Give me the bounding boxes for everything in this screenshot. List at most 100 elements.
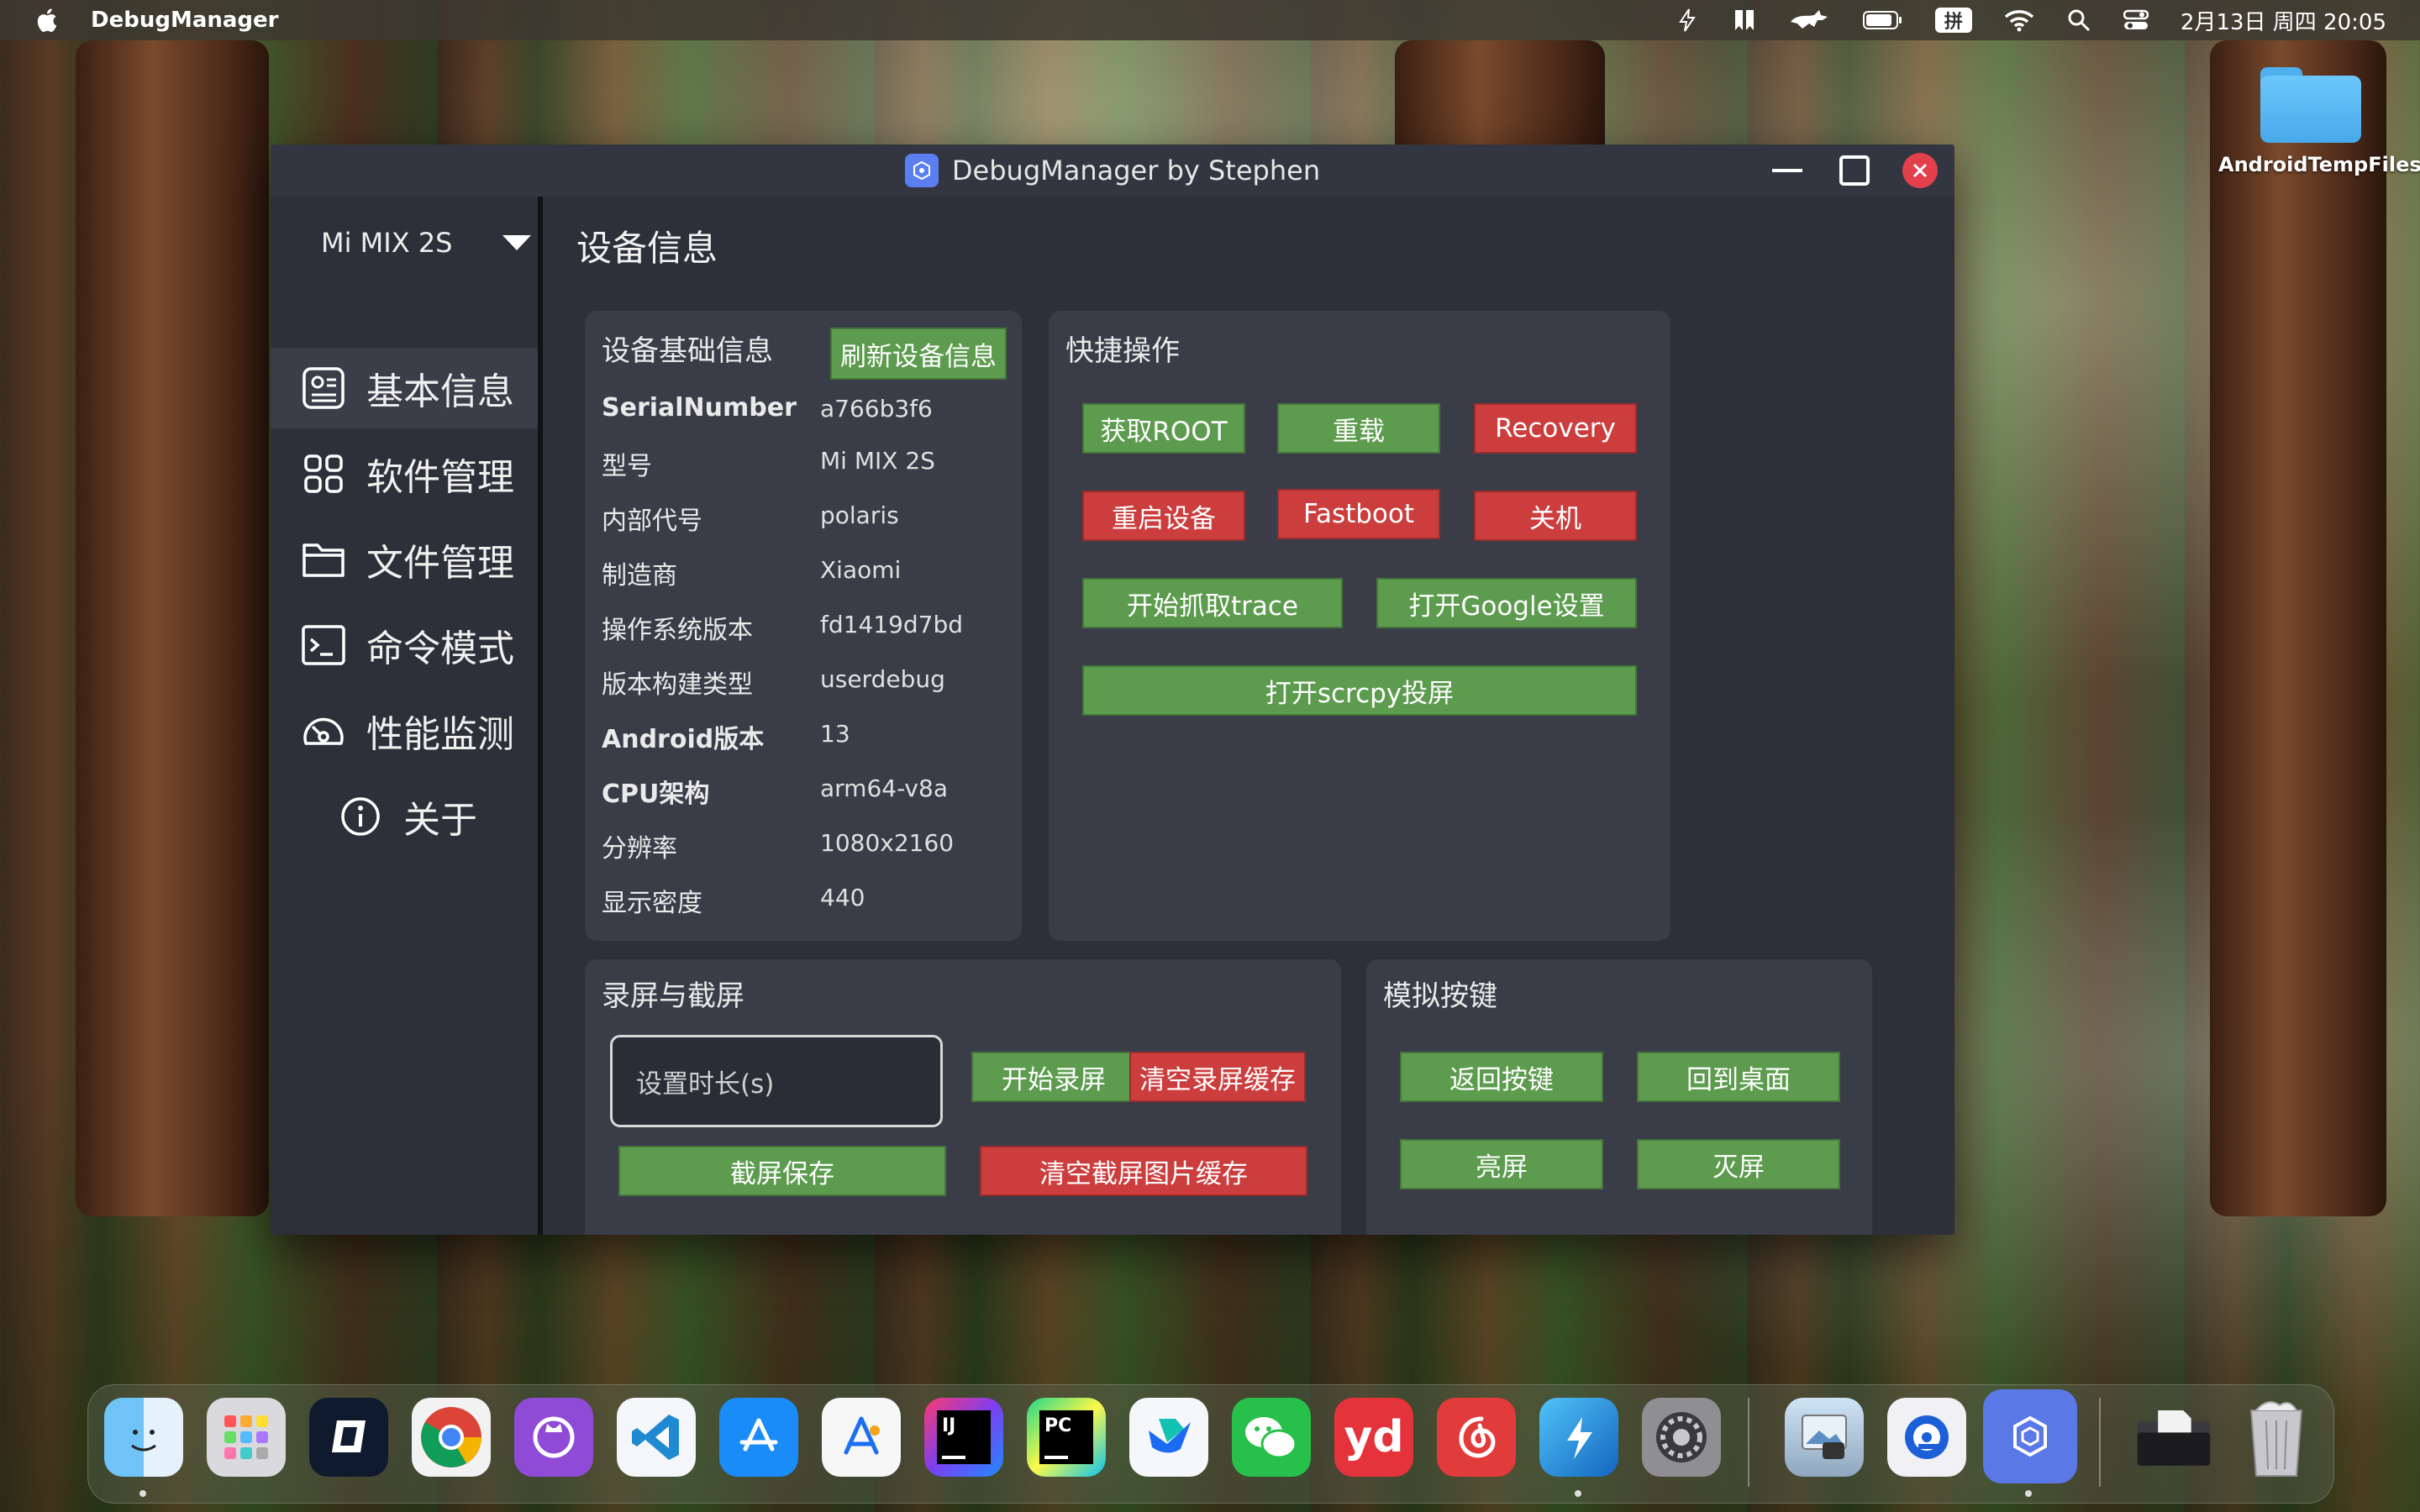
thunder-download-icon[interactable]: [1539, 1398, 1618, 1477]
open-google-settings-button[interactable]: 打开Google设置: [1376, 578, 1637, 628]
runcat-icon[interactable]: [1789, 8, 1831, 32]
trash-icon[interactable]: [2237, 1398, 2316, 1477]
sidebar-item-label: 软件管理: [366, 456, 514, 499]
duration-input[interactable]: 设置时长(s): [610, 1035, 943, 1127]
clear-screenshot-cache-button[interactable]: 清空截屏图片缓存: [980, 1146, 1307, 1196]
folder-icon[interactable]: [2260, 60, 2361, 144]
apple-icon[interactable]: [34, 7, 59, 34]
sidebar-item-label: 基本信息: [366, 370, 514, 413]
github-desktop-icon[interactable]: [514, 1398, 593, 1477]
clear-record-cache-button[interactable]: 清空录屏缓存: [1129, 1052, 1306, 1102]
info-key: 内部代号: [602, 507, 702, 536]
xcode-instruments-icon[interactable]: [822, 1398, 901, 1477]
info-key: CPU架构: [602, 780, 710, 809]
screen-on-button[interactable]: 亮屏: [1400, 1139, 1603, 1189]
system-settings-icon[interactable]: [1642, 1398, 1721, 1477]
youdao-dictionary-icon[interactable]: yd: [1334, 1398, 1413, 1477]
preview-icon[interactable]: [1785, 1398, 1864, 1477]
shutdown-button[interactable]: 关机: [1474, 491, 1637, 541]
device-info-title: 设备基础信息: [602, 334, 773, 368]
info-value: 13: [820, 720, 850, 748]
maximize-button[interactable]: [1837, 153, 1872, 188]
screen-off-button[interactable]: 灭屏: [1637, 1139, 1840, 1189]
close-button[interactable]: [1902, 153, 1938, 188]
vscode-icon[interactable]: [617, 1398, 696, 1477]
chrome-icon[interactable]: [412, 1398, 491, 1477]
active-app-name[interactable]: DebugManager: [91, 8, 279, 33]
chevron-down-icon: [502, 235, 531, 250]
back-key-button[interactable]: 返回按键: [1400, 1052, 1603, 1102]
start-trace-button[interactable]: 开始抓取trace: [1082, 578, 1343, 628]
quick-actions-card: 快捷操作 获取ROOT 重载 Recovery 重启设备 Fastboot 关机…: [1049, 311, 1670, 941]
wifi-icon[interactable]: [2004, 8, 2034, 32]
feishu-lark-icon[interactable]: [1129, 1398, 1208, 1477]
id-card-icon: [301, 365, 346, 411]
menu-bar: DebugManager 拼 2月13日 周四 20:05: [0, 0, 2420, 40]
sidebar-item-about[interactable]: 关于: [271, 776, 538, 857]
simulated-keys-card: 模拟按键 返回按键 回到桌面 亮屏 灭屏: [1366, 959, 1872, 1235]
sidebar-item-performance[interactable]: 性能监测: [271, 690, 538, 771]
info-icon: [338, 794, 383, 839]
sidebar-item-label: 命令模式: [366, 627, 514, 670]
info-value: Mi MIX 2S: [820, 447, 935, 475]
maximize-icon: [1839, 155, 1870, 186]
info-value: Xiaomi: [820, 556, 902, 584]
sidebar-item-files[interactable]: 文件管理: [271, 519, 538, 600]
debugmanager-dock-icon[interactable]: [1983, 1389, 2077, 1483]
info-value: 1080x2160: [820, 829, 955, 857]
sidebar-item-label: 性能监测: [366, 713, 514, 756]
gauge-icon: [301, 708, 346, 753]
page-title: 设备信息: [576, 228, 718, 269]
start-record-button[interactable]: 开始录屏: [971, 1052, 1136, 1102]
sidebar-item-command[interactable]: 命令模式: [271, 605, 538, 685]
device-select-value: Mi MIX 2S: [321, 227, 453, 259]
app-store-icon[interactable]: [719, 1398, 798, 1477]
control-center-icon[interactable]: [2123, 8, 2149, 32]
app-logo-icon: [904, 154, 939, 187]
netease-music-icon[interactable]: [1437, 1398, 1516, 1477]
sidebar-item-software[interactable]: 软件管理: [271, 433, 538, 514]
get-root-button[interactable]: 获取ROOT: [1082, 403, 1245, 454]
window-titlebar[interactable]: DebugManager by Stephen: [271, 144, 1954, 197]
info-key: Android版本: [602, 725, 765, 754]
downloads-stack-icon[interactable]: [2134, 1398, 2213, 1477]
disk-utility-icon[interactable]: [1887, 1398, 1966, 1477]
menubar-clock[interactable]: 2月13日 周四 20:05: [2181, 5, 2386, 36]
finder-icon[interactable]: [104, 1398, 183, 1477]
refresh-device-info-button[interactable]: 刷新设备信息: [830, 328, 1007, 380]
bolt-icon[interactable]: [1675, 8, 1700, 32]
launchpad-icon[interactable]: [207, 1398, 286, 1477]
battery-icon[interactable]: [1862, 8, 1903, 32]
search-icon[interactable]: [2066, 8, 2091, 32]
sidebar-item-label: 文件管理: [366, 542, 514, 585]
sidebar-item-label: 关于: [403, 799, 477, 842]
info-key: 版本构建类型: [602, 670, 753, 700]
running-indicator: [139, 1490, 146, 1497]
home-key-button[interactable]: 回到桌面: [1637, 1052, 1840, 1102]
window-title: DebugManager by Stephen: [951, 155, 1321, 186]
device-select[interactable]: Mi MIX 2S: [321, 222, 531, 264]
recovery-button[interactable]: Recovery: [1474, 403, 1637, 454]
info-value: a766b3f6: [820, 395, 933, 423]
record-screenshot-title: 录屏与截屏: [602, 979, 744, 1013]
wallpaper-tree-trunk: [2210, 40, 2386, 1216]
screenshot-save-button[interactable]: 截屏保存: [618, 1146, 946, 1196]
reboot-device-button[interactable]: 重启设备: [1082, 491, 1245, 541]
fastboot-button[interactable]: Fastboot: [1277, 489, 1440, 539]
intellij-idea-icon[interactable]: IJ: [924, 1398, 1003, 1477]
quick-actions-title: 快捷操作: [1065, 334, 1180, 368]
parallels-desktop-icon[interactable]: [309, 1398, 388, 1477]
wechat-icon[interactable]: [1232, 1398, 1311, 1477]
sidebar-item-basic-info[interactable]: 基本信息: [271, 348, 538, 428]
dock-separator: [1748, 1398, 1749, 1487]
desktop-folder[interactable]: AndroidTempFiles: [2218, 60, 2420, 176]
open-scrcpy-button[interactable]: 打开scrcpy投屏: [1082, 665, 1637, 716]
minimize-button[interactable]: [1770, 153, 1805, 188]
desktop-folder-label: AndroidTempFiles: [2218, 153, 2420, 176]
info-key: 型号: [602, 452, 652, 481]
remount-button[interactable]: 重载: [1277, 403, 1440, 454]
pycharm-icon[interactable]: PC: [1027, 1398, 1106, 1477]
input-method-indicator[interactable]: 拼: [1934, 8, 1972, 33]
bookmark-app-icon[interactable]: [1732, 8, 1757, 32]
info-key: 显示密度: [602, 889, 702, 918]
